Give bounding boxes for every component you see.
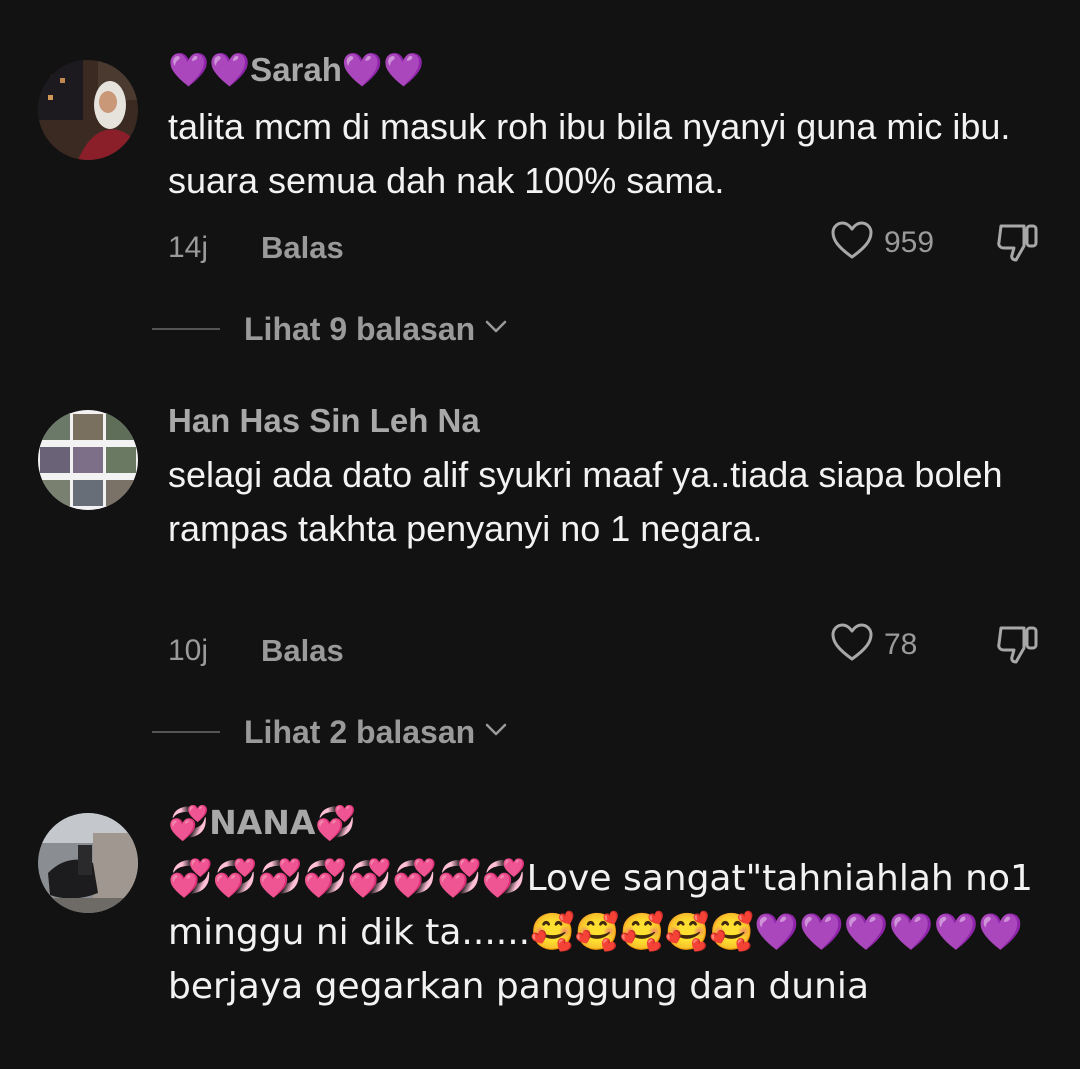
reply-button[interactable]: Balas: [261, 633, 344, 669]
divider: [152, 731, 220, 733]
like-count: 78: [884, 627, 918, 661]
like-button[interactable]: 959: [830, 220, 934, 265]
comment-text: talita mcm di masuk roh ibu bila nyanyi …: [168, 106, 1011, 201]
dislike-button[interactable]: [994, 622, 1042, 671]
chevron-down-icon: [485, 320, 507, 339]
thumbs-down-icon: [994, 626, 1042, 670]
comment-username[interactable]: 💞NANA💞: [168, 803, 357, 843]
reply-button[interactable]: Balas: [261, 230, 344, 266]
avatar[interactable]: [38, 410, 138, 510]
divider: [152, 328, 220, 330]
avatar[interactable]: [38, 813, 138, 913]
view-replies-button[interactable]: Lihat 2 balasan: [152, 713, 507, 751]
avatar[interactable]: [38, 60, 138, 160]
comment-username[interactable]: Han Has Sin Leh Na: [168, 401, 480, 441]
comment-timestamp: 10j: [168, 634, 209, 667]
comment-text: 💞💞💞💞💞💞💞💞Love sangat"tahniahlah no1 mingg…: [168, 858, 1033, 1007]
like-button[interactable]: 78: [830, 622, 917, 667]
chevron-down-icon: [485, 723, 507, 742]
comment-text: selagi ada dato alif syukri maaf ya..tia…: [168, 454, 1003, 549]
view-replies-label: Lihat 2 balasan: [244, 714, 476, 750]
view-replies-button[interactable]: Lihat 9 balasan: [152, 310, 507, 348]
heart-outline-icon: [830, 622, 874, 667]
dislike-button[interactable]: [994, 220, 1042, 269]
comment-timestamp: 14j: [168, 231, 209, 264]
thumbs-down-icon: [994, 224, 1042, 268]
view-replies-label: Lihat 9 balasan: [244, 311, 476, 347]
heart-outline-icon: [830, 220, 874, 265]
like-count: 959: [884, 225, 935, 259]
comment-username[interactable]: 💜💜Sarah💜💜: [168, 50, 424, 90]
